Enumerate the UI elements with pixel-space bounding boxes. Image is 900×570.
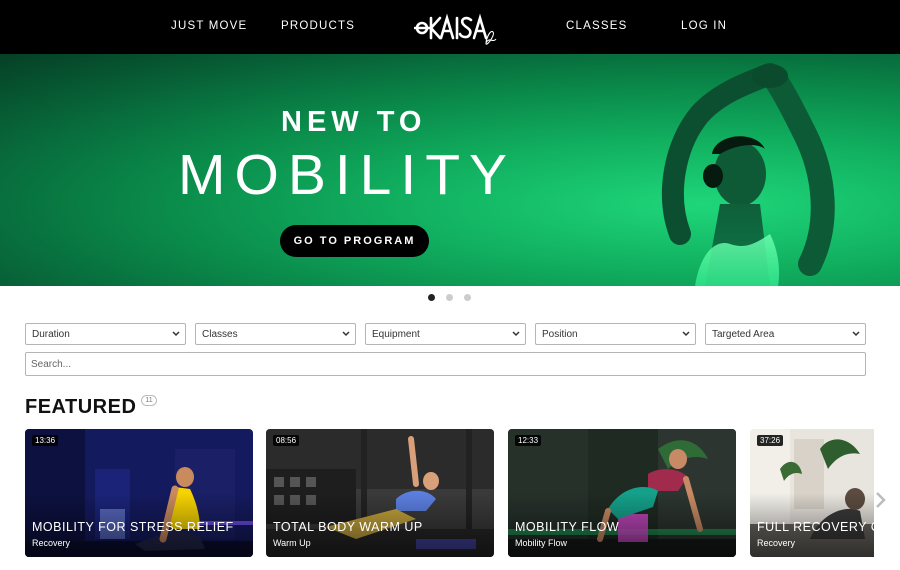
chevron-down-icon [682,331,690,337]
card-category: Recovery [757,538,796,548]
featured-count-badge: 11 [141,395,157,406]
equipment-select[interactable]: Equipment [365,323,526,345]
video-card[interactable]: 37:26 FULL RECOVERY C Recovery [750,429,874,557]
card-category: Recovery [32,538,71,548]
carousel-dot-1[interactable] [428,294,435,301]
classes-select[interactable]: Classes [195,323,356,345]
nav-products[interactable]: PRODUCTS [281,20,355,32]
card-title: MOBILITY FLOW [515,520,620,534]
duration-badge: 12:33 [515,435,542,446]
duration-select-value: Duration [32,329,70,340]
card-category: Mobility Flow [515,538,568,548]
duration-select[interactable]: Duration [25,323,186,345]
duration-badge: 37:26 [757,435,784,446]
nav-just-move[interactable]: JUST MOVE [171,20,247,32]
chevron-right-icon[interactable] [874,490,888,510]
video-card[interactable]: 12:33 MOBILITY FLOW Mobility Flow [508,429,736,557]
hero-superline: NEW TO [281,106,427,138]
hero-banner[interactable]: NEW TO MOBILITY GO TO PROGRAM [0,54,900,286]
top-nav: JUST MOVE PRODUCTS CLASSES LOG IN [0,0,900,54]
targeted-area-select-value: Targeted Area [712,329,775,340]
duration-badge: 08:56 [273,435,300,446]
card-category: Warm Up [273,538,311,548]
classes-select-value: Classes [202,329,238,340]
video-card[interactable]: 08:56 TOTAL BODY WARM UP Warm Up [266,429,494,557]
duration-badge: 13:36 [32,435,59,446]
carousel-dot-2[interactable] [446,294,453,301]
card-title: MOBILITY FOR STRESS RELIEF [32,520,234,534]
carousel-dot-3[interactable] [464,294,471,301]
chevron-down-icon [512,331,520,337]
card-title: TOTAL BODY WARM UP [273,520,423,534]
chevron-down-icon [172,331,180,337]
position-select[interactable]: Position [535,323,696,345]
go-to-program-button[interactable]: GO TO PROGRAM [280,225,429,257]
featured-heading: FEATURED [25,396,137,418]
hero-woman-image [661,63,835,286]
nav-classes[interactable]: CLASSES [566,20,627,32]
chevron-down-icon [342,331,350,337]
brand-logo[interactable] [413,12,498,48]
chevron-down-icon [852,331,860,337]
position-select-value: Position [542,329,578,340]
card-title: FULL RECOVERY C [757,520,874,534]
hero-title: MOBILITY [178,143,517,207]
nav-log-in[interactable]: LOG IN [681,20,727,32]
video-card[interactable]: 13:36 MOBILITY FOR STRESS RELIEF Recover… [25,429,253,557]
equipment-select-value: Equipment [372,329,420,340]
search-input[interactable] [25,352,866,376]
targeted-area-select[interactable]: Targeted Area [705,323,866,345]
